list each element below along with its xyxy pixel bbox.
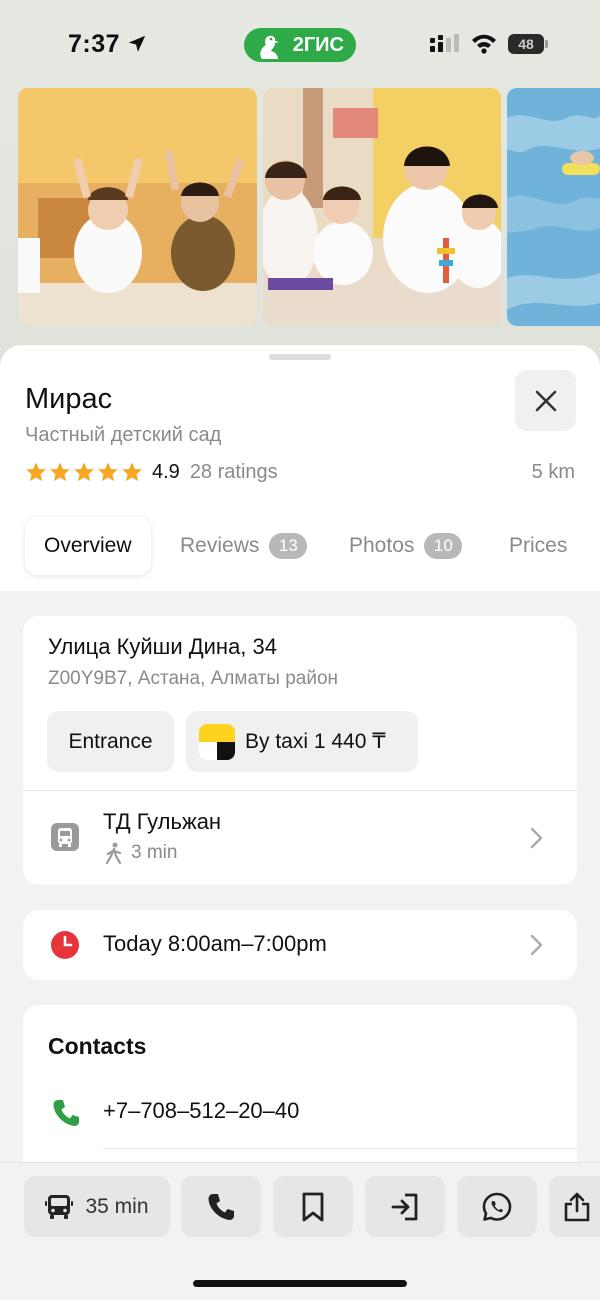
photos-count-badge: 10 xyxy=(424,533,463,559)
bus-stop-icon xyxy=(50,822,80,852)
entrance-navigate-button[interactable] xyxy=(365,1176,445,1237)
tab-reviews[interactable]: Reviews 13 xyxy=(180,517,308,575)
status-bar: 7:37 2ГИС 48 xyxy=(0,0,600,88)
photo-3[interactable] xyxy=(507,88,600,326)
place-header: Мирас Частный детский сад 4.9 28 ratings… xyxy=(0,345,600,591)
route-time-label: 35 min xyxy=(85,1194,149,1218)
transit-stop-name: ТД Гульжан xyxy=(103,809,222,834)
rating-value: 4.9 xyxy=(152,460,180,483)
whatsapp-icon xyxy=(482,1192,512,1221)
wifi-icon xyxy=(472,34,496,54)
home-indicator xyxy=(193,1280,407,1287)
photo-teachers-with-kids-image xyxy=(263,88,501,326)
battery-level: 48 xyxy=(508,34,544,54)
tab-prices[interactable]: Prices xyxy=(509,517,567,575)
star-icon xyxy=(50,462,70,482)
walking-icon xyxy=(105,842,122,864)
battery-cap xyxy=(545,40,548,48)
place-category: Частный детский сад xyxy=(25,424,222,446)
photo-swimming-pool-image xyxy=(507,88,600,326)
sign-in-icon xyxy=(391,1193,418,1220)
close-button[interactable] xyxy=(515,370,576,431)
sheet-grabber-handle[interactable] xyxy=(269,354,331,360)
rating-count: 28 ratings xyxy=(189,460,278,483)
star-icon xyxy=(98,462,118,482)
bus-icon xyxy=(45,1194,74,1219)
entrance-label: Entrance xyxy=(68,729,153,753)
brand-badge[interactable]: 2ГИС xyxy=(244,28,356,62)
address-details: Z00Y9B7, Астана, Алматы район xyxy=(48,668,339,689)
star-icon xyxy=(122,462,142,482)
brand-label: 2ГИС xyxy=(292,33,344,56)
rating-row[interactable]: 4.9 28 ratings xyxy=(25,459,278,485)
tab-photos[interactable]: Photos 10 xyxy=(349,517,463,575)
tab-label: Prices xyxy=(509,534,568,557)
clock-icon xyxy=(51,931,79,959)
phone-icon xyxy=(208,1193,234,1220)
tab-label: Reviews xyxy=(180,534,260,557)
photo-kids-raising-hands-image xyxy=(18,88,257,326)
cellular-signal-icon xyxy=(430,34,459,52)
taxi-button[interactable]: By taxi 1 440 ₸ xyxy=(186,711,418,772)
phone-icon xyxy=(53,1100,79,1126)
address-divider xyxy=(23,790,577,791)
location-arrow-icon xyxy=(128,35,146,52)
star-icon xyxy=(74,462,94,482)
distance-label: 5 km xyxy=(531,461,575,483)
battery-indicator: 48 xyxy=(508,34,548,54)
tab-label: Overview xyxy=(44,534,132,557)
call-button[interactable] xyxy=(181,1176,261,1237)
entrance-button[interactable]: Entrance xyxy=(47,711,174,772)
tab-label: Photos xyxy=(349,534,415,557)
taxi-logo-icon xyxy=(199,723,235,760)
address-street[interactable]: Улица Куйши Дина, 34 xyxy=(48,634,277,660)
chevron-right-icon xyxy=(530,827,543,849)
star-icon xyxy=(26,462,46,482)
rating-stars xyxy=(25,461,143,483)
contacts-divider xyxy=(103,1148,577,1149)
share-button[interactable] xyxy=(549,1176,600,1237)
contacts-heading: Contacts xyxy=(48,1033,147,1059)
transit-walk-time: 3 min xyxy=(105,842,177,864)
status-time: 7:37 xyxy=(68,30,121,58)
taxi-label: By taxi 1 440 ₸ xyxy=(245,730,386,753)
close-icon xyxy=(535,390,556,411)
brand-logo-icon xyxy=(260,35,279,59)
phone-number[interactable]: +7‒708‒512‒20‒40 xyxy=(103,1098,299,1124)
reviews-count-badge: 13 xyxy=(269,533,308,559)
share-icon xyxy=(564,1192,590,1221)
photo-1[interactable] xyxy=(18,88,257,326)
tab-overview[interactable]: Overview xyxy=(25,517,151,575)
route-button[interactable]: 35 min xyxy=(24,1176,170,1237)
hours-card[interactable]: Today 8:00am–7:00pm xyxy=(23,910,577,980)
bookmark-icon xyxy=(302,1192,324,1221)
chevron-right-icon xyxy=(530,934,543,956)
place-bottom-sheet: Мирас Частный детский сад 4.9 28 ratings… xyxy=(0,345,600,1300)
address-card: Улица Куйши Дина, 34 Z00Y9B7, Астана, Ал… xyxy=(23,616,577,885)
photo-2[interactable] xyxy=(263,88,501,326)
whatsapp-button[interactable] xyxy=(457,1176,537,1237)
hours-text: Today 8:00am–7:00pm xyxy=(103,931,327,956)
walk-time-label: 3 min xyxy=(131,842,178,863)
bookmark-button[interactable] xyxy=(273,1176,353,1237)
place-title: Мирас xyxy=(25,383,113,415)
tab-bar: Overview Reviews 13 Photos 10 Prices xyxy=(0,517,600,575)
bottom-action-bar: 35 min xyxy=(0,1162,600,1300)
